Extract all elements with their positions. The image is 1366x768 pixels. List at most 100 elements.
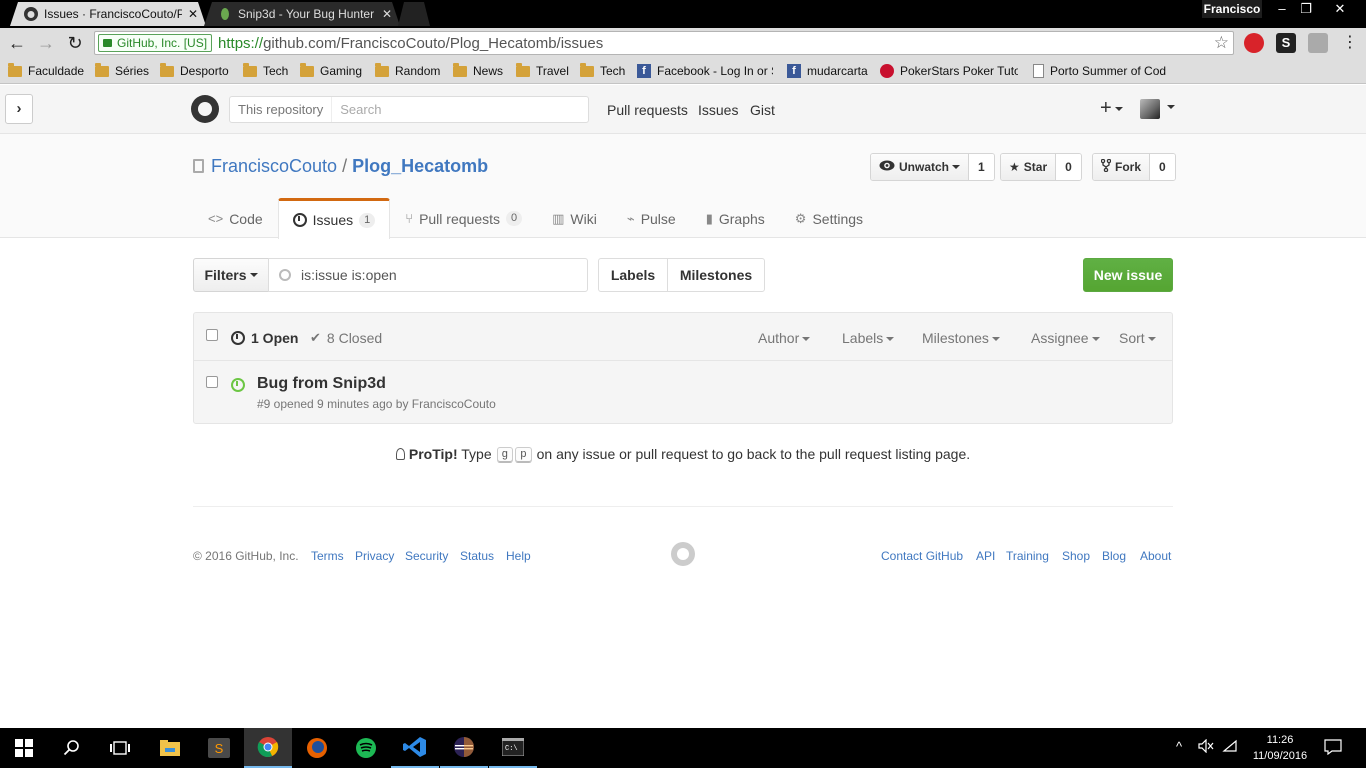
task-view-icon[interactable] [96,728,144,768]
search-icon[interactable] [48,728,96,768]
list-item[interactable]: Bug from Snip3d #9 opened 9 minutes ago … [194,361,1172,423]
spotify-icon[interactable] [342,728,390,768]
bookmark-star-icon[interactable]: ☆ [1214,33,1229,53]
command-prompt-icon[interactable]: C:\ [489,728,537,768]
restore-button[interactable]: ❐ [1294,0,1318,18]
firefox-icon[interactable] [293,728,341,768]
caret-down-icon[interactable] [1167,105,1175,109]
author-filter-dropdown[interactable]: Author [758,330,811,346]
chrome-icon[interactable] [244,728,292,768]
nav-pull-requests[interactable]: Pull requests [607,102,688,118]
chevron-right-icon[interactable]: › [5,94,33,124]
bookmark-item[interactable]: PokerStars Poker Tuto [880,62,1018,80]
address-bar[interactable]: GitHub, Inc. [US] https://github.com/Fra… [94,31,1234,55]
sort-dropdown[interactable]: Sort [1119,330,1156,346]
footer-link-terms[interactable]: Terms [311,549,344,563]
s-extension-icon[interactable]: S [1276,33,1296,53]
bookmark-item[interactable]: f mudarcarta [787,62,868,80]
footer-link-about[interactable]: About [1140,549,1171,563]
bookmark-item[interactable]: Desporto [160,62,229,80]
bookmark-item[interactable]: Tech [580,62,625,80]
fork-button[interactable]: Fork [1093,154,1151,180]
milestones-filter-dropdown[interactable]: Milestones [922,330,1000,346]
sublime-text-icon[interactable]: S [195,728,243,768]
bookmark-item[interactable]: Tech [243,62,288,80]
tab-issues[interactable]: Issues 1 [277,198,391,239]
star-button[interactable]: ★ Star [1001,154,1057,180]
new-issue-button[interactable]: New issue [1083,258,1173,292]
create-new-plus-icon[interactable]: + [1100,97,1123,120]
watch-count[interactable]: 1 [969,154,994,180]
wifi-icon[interactable] [1222,739,1238,756]
search-input[interactable] [332,97,588,122]
tab-graphs[interactable]: ▮ Graphs [691,198,780,238]
nav-gist[interactable]: Gist [750,102,775,118]
close-window-button[interactable]: ✕ [1328,0,1352,18]
issue-checkbox[interactable] [206,376,218,388]
milestones-button[interactable]: Milestones [667,258,765,292]
bookmark-item[interactable]: Travel [516,62,569,80]
chevron-up-icon[interactable]: ^ [1176,739,1182,754]
unwatch-button[interactable]: Unwatch [871,154,970,180]
github-logo-icon[interactable] [191,95,219,123]
adblock-extension-icon[interactable] [1244,33,1264,53]
file-explorer-icon[interactable] [146,728,194,768]
footer-link-blog[interactable]: Blog [1102,549,1126,563]
reload-icon[interactable]: ↻ [63,32,87,54]
minimize-button[interactable]: – [1270,0,1294,18]
forward-arrow-icon[interactable]: → [34,32,58,54]
footer-link-shop[interactable]: Shop [1062,549,1090,563]
browser-tab-snip3d[interactable]: Snip3d - Your Bug Hunter ✕ [204,2,400,26]
url-text[interactable]: https://github.com/FranciscoCouto/Plog_H… [218,35,603,52]
footer-link-api[interactable]: API [976,549,995,563]
avatar[interactable] [1140,99,1160,119]
github-mark-icon[interactable] [671,542,695,566]
speaker-muted-icon[interactable] [1198,738,1214,756]
tab-settings[interactable]: ⚙ Settings [780,198,878,238]
nav-issues[interactable]: Issues [698,102,738,118]
action-center-icon[interactable] [1324,739,1342,758]
footer-link-security[interactable]: Security [405,549,448,563]
bookmark-item[interactable]: News [453,62,503,80]
repo-owner-link[interactable]: FranciscoCouto [211,156,337,176]
close-tab-icon[interactable]: ✕ [188,7,198,21]
ev-certificate-badge[interactable]: GitHub, Inc. [US] [98,34,213,52]
close-tab-icon[interactable]: ✕ [382,7,392,21]
tab-pulse[interactable]: ⌁ Pulse [612,198,691,238]
star-count[interactable]: 0 [1056,154,1081,180]
tab-wiki[interactable]: ▥ Wiki [537,198,612,238]
repo-name-link[interactable]: Plog_Hecatomb [352,156,488,176]
footer-link-contact[interactable]: Contact GitHub [881,549,963,563]
bookmark-item[interactable]: Gaming [300,62,362,80]
filters-dropdown-button[interactable]: Filters [193,258,269,292]
new-tab-button[interactable] [398,2,430,26]
labels-button[interactable]: Labels [598,258,668,292]
eclipse-icon[interactable] [440,728,488,768]
chrome-profile-button[interactable]: Francisco [1202,0,1262,18]
bookmark-item[interactable]: Faculdade [8,62,84,80]
browser-tab-issues[interactable]: Issues · FranciscoCouto/Plog_Hecatomb ✕ [10,2,206,26]
visual-studio-icon[interactable] [391,728,439,768]
chrome-menu-icon[interactable]: ⋮ [1338,32,1362,54]
assignee-filter-dropdown[interactable]: Assignee [1031,330,1100,346]
labels-filter-dropdown[interactable]: Labels [842,330,895,346]
footer-link-status[interactable]: Status [460,549,494,563]
bookmark-item[interactable]: Random [375,62,440,80]
closed-issues-link[interactable]: ✔ 8 Closed [310,330,382,346]
footer-link-privacy[interactable]: Privacy [355,549,394,563]
bookmark-item[interactable]: Porto Summer of Cod [1033,62,1167,80]
issues-filter-input[interactable]: is:issue is:open [268,258,588,292]
fork-count[interactable]: 0 [1150,154,1175,180]
issue-title-link[interactable]: Bug from Snip3d [257,375,386,393]
tab-pull-requests[interactable]: ⑂ Pull requests 0 [390,198,537,238]
footer-link-training[interactable]: Training [1006,549,1049,563]
select-all-checkbox[interactable] [206,329,218,341]
open-issues-link[interactable]: 1 Open [231,330,298,346]
extension-icon[interactable] [1308,33,1328,53]
taskbar-clock[interactable]: 11:26 11/09/2016 [1240,732,1320,764]
footer-link-help[interactable]: Help [506,549,531,563]
bookmark-item[interactable]: f Facebook - Log In or S [637,62,773,80]
windows-start-icon[interactable] [0,728,48,768]
bookmark-item[interactable]: Séries [95,62,149,80]
back-arrow-icon[interactable]: ← [5,32,29,54]
